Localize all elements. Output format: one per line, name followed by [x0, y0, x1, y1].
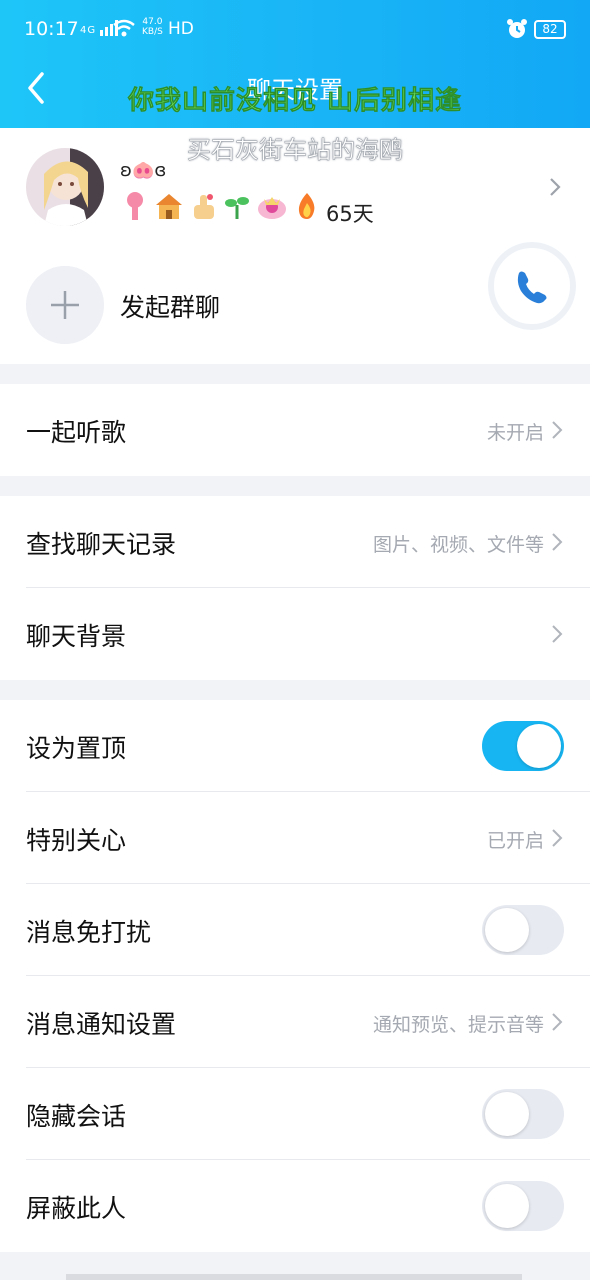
toggle-knob [517, 724, 561, 768]
search-history-label: 查找聊天记录 [26, 530, 177, 559]
block-contact-label: 屏蔽此人 [26, 1194, 127, 1223]
profile-chevron-icon [550, 178, 561, 196]
toggle-knob [485, 1092, 529, 1136]
search-history-value: 图片、视频、文件等 [372, 534, 544, 556]
next-section-edge [66, 1274, 522, 1280]
listen-section: 一起听歌 未开启 [0, 384, 590, 476]
search-history-row[interactable]: 查找聊天记录 图片、视频、文件等 [0, 496, 590, 588]
pin-top-row: 设为置顶 [0, 700, 590, 792]
toggle-knob [485, 1184, 529, 1228]
net-speed-value: 47.0 [142, 17, 163, 27]
friend-days: 65天 [326, 202, 374, 226]
history-section: 查找聊天记录 图片、视频、文件等 聊天背景 [0, 496, 590, 680]
notification-settings-label: 消息通知设置 [26, 1010, 177, 1039]
settings-section: 设为置顶 特别关心 已开启 消息免打扰 消息通知设置 通知预览、提示音等 隐藏会… [0, 700, 590, 1252]
lyric-overlay-line1: 你我山前没相见 山后别相逢 [127, 86, 463, 117]
avatar[interactable] [26, 148, 104, 226]
pin-top-label: 设为置顶 [26, 734, 127, 763]
hide-conversation-label: 隐藏会话 [26, 1102, 127, 1131]
listen-together-value: 未开启 [486, 422, 544, 444]
crown-badge-icon [258, 197, 286, 219]
pin-top-toggle[interactable] [482, 721, 564, 771]
sprout-badge-icon [225, 197, 249, 219]
listen-together-row[interactable]: 一起听歌 未开启 [0, 384, 590, 476]
net-speed-unit: KB/S [142, 27, 163, 37]
special-care-row[interactable]: 特别关心 已开启 [0, 792, 590, 884]
do-not-disturb-toggle[interactable] [482, 905, 564, 955]
hide-conversation-toggle[interactable] [482, 1089, 564, 1139]
net-speed: 47.0 KB/S [142, 17, 163, 37]
special-care-value: 已开启 [486, 830, 544, 852]
block-contact-row: 屏蔽此人 [0, 1160, 590, 1252]
phone-icon [517, 271, 547, 304]
add-group-icon[interactable] [26, 266, 104, 344]
chevron-right-icon [552, 533, 563, 551]
wifi-icon [113, 19, 135, 37]
hd-label: HD [168, 19, 194, 39]
special-care-label: 特别关心 [26, 826, 127, 855]
chevron-right-icon [552, 625, 563, 643]
do-not-disturb-row: 消息免打扰 [0, 884, 590, 976]
toggle-knob [485, 908, 529, 952]
listen-together-label: 一起听歌 [26, 418, 127, 447]
battery-icon: 82 [534, 20, 566, 39]
call-button[interactable] [488, 242, 576, 330]
chevron-right-icon [552, 421, 563, 439]
status-bar: 10:17 4G 47.0 KB/S HD 82 [0, 0, 590, 60]
block-contact-toggle[interactable] [482, 1181, 564, 1231]
status-time: 10:17 [24, 18, 79, 40]
do-not-disturb-label: 消息免打扰 [26, 918, 152, 947]
chat-background-row[interactable]: 聊天背景 [0, 588, 590, 680]
badge-row[interactable] [122, 188, 320, 224]
alarm-icon [507, 19, 527, 38]
hide-conversation-row: 隐藏会话 [0, 1068, 590, 1160]
flame-badge-icon [298, 193, 315, 219]
pin-badge-icon [127, 192, 143, 220]
signal-label: 4G [80, 25, 97, 36]
notification-settings-row[interactable]: 消息通知设置 通知预览、提示音等 [0, 976, 590, 1068]
house-badge-icon [156, 194, 182, 219]
chevron-right-icon [552, 1013, 563, 1031]
chat-background-label: 聊天背景 [26, 622, 127, 651]
start-group-chat-label[interactable]: 发起群聊 [120, 288, 220, 324]
notification-settings-value: 通知预览、提示音等 [372, 1014, 544, 1036]
contact-name: ʚ🐽ɞ [120, 160, 167, 181]
chevron-right-icon [552, 829, 563, 847]
thumbs-up-badge-icon [194, 194, 214, 219]
